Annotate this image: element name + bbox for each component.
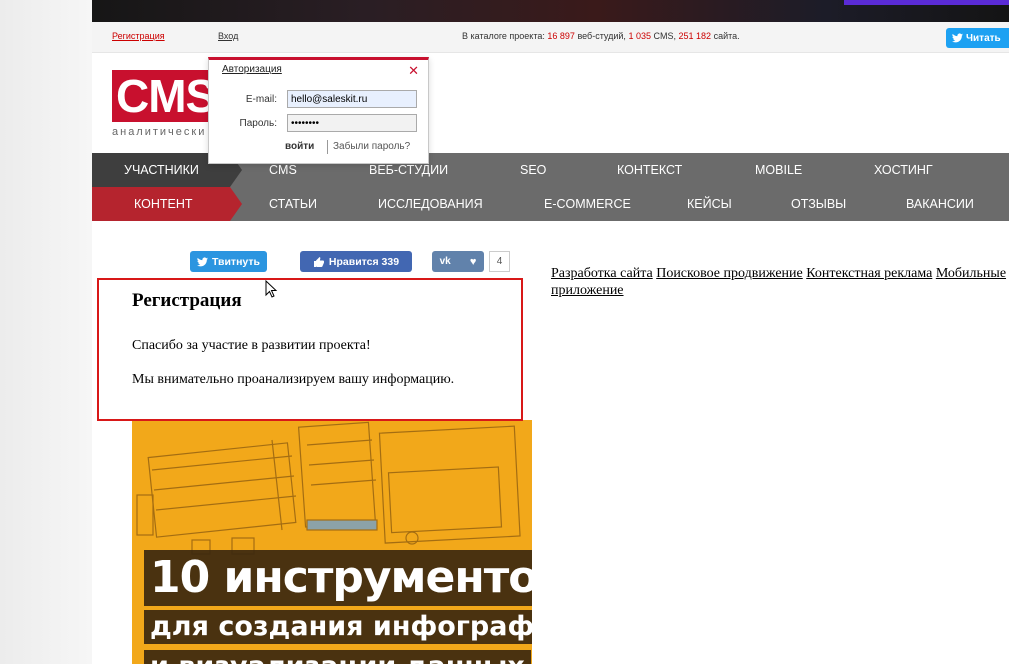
login-link[interactable]: Вход <box>218 31 238 41</box>
registration-thanks-text: Спасибо за участие в развитии проекта! <box>132 338 371 353</box>
twitter-follow-label: Читать <box>966 32 1001 44</box>
facebook-like-label: Нравится 339 <box>328 255 400 268</box>
password-label: Пароль: <box>239 118 277 129</box>
link-site-development[interactable]: Разработка сайта <box>551 266 653 281</box>
twitter-bird-icon <box>952 33 963 43</box>
twitter-bird-icon <box>197 256 208 266</box>
forgot-password-link[interactable]: Забыли пароль? <box>333 141 410 152</box>
heart-icon: ♥ <box>469 255 477 268</box>
vk-like-count: 4 <box>489 251 510 272</box>
registration-review-text: Мы внимательно проанализируем вашу инфор… <box>132 372 455 387</box>
register-link[interactable]: Регистрация <box>112 31 165 41</box>
promo-banner[interactable]: 10 инструментов для создания инфографики… <box>132 420 532 664</box>
promo-title-line2: для создания инфографики <box>144 610 532 644</box>
auth-popup: Авторизация ✕ E-mail: Пароль: войти Забы… <box>208 57 429 164</box>
logo-mark: CMS <box>112 70 216 122</box>
link-seo[interactable]: Поисковое продвижение <box>656 266 803 281</box>
browser-left-margin <box>0 0 92 664</box>
close-icon[interactable]: ✕ <box>408 63 419 79</box>
link-context-ads[interactable]: Контекстная реклама <box>806 266 932 281</box>
nav-item-articles[interactable]: Статьи <box>269 187 317 221</box>
site-logo[interactable]: CMS аналитически <box>112 70 216 138</box>
service-links: Разработка сайта Поисковое продвижение К… <box>551 265 1009 299</box>
secondary-nav: Контент Статьи Исследования E-commerce К… <box>92 187 1009 221</box>
nav-item-participants[interactable]: Участники <box>124 153 199 187</box>
studios-label: веб-студий, <box>577 31 626 41</box>
banner-accent <box>844 0 1009 5</box>
sites-label: сайта. <box>713 31 740 41</box>
page: Регистрация Вход В каталоге проекта: 16 … <box>92 0 1009 664</box>
vk-logo-icon: vk <box>439 256 451 267</box>
auth-divider <box>327 140 328 154</box>
nav-item-context[interactable]: Контекст <box>617 153 682 187</box>
top-bar: Регистрация Вход В каталоге проекта: 16 … <box>92 22 1009 53</box>
promo-title-line1: 10 инструментов <box>144 550 532 606</box>
cms-label: CMS, <box>653 31 676 41</box>
tweet-label: Твитнуть <box>212 255 260 268</box>
cms-count: 1 035 <box>628 31 651 41</box>
email-field[interactable] <box>287 90 417 108</box>
logo-tagline: аналитически <box>112 126 207 138</box>
nav-item-seo[interactable]: SEO <box>520 153 546 187</box>
thumbs-up-icon <box>313 256 324 267</box>
password-field[interactable] <box>287 114 417 132</box>
nav-item-ecommerce[interactable]: E-commerce <box>544 187 631 221</box>
nav-item-research[interactable]: Исследования <box>378 187 483 221</box>
email-label: E-mail: <box>245 94 277 105</box>
vk-like-button[interactable]: vk ♥ <box>432 251 484 272</box>
studios-count: 16 897 <box>547 31 575 41</box>
registration-message: Регистрация Спасибо за участие в развити… <box>97 278 523 421</box>
auth-popup-title[interactable]: Авторизация <box>222 64 282 75</box>
nav-item-reviews[interactable]: Отзывы <box>791 187 846 221</box>
stats-prefix: В каталоге проекта: <box>462 31 545 41</box>
tweet-button[interactable]: Твитнуть <box>190 251 267 272</box>
nav-item-cases[interactable]: Кейсы <box>687 187 732 221</box>
nav-item-mobile[interactable]: Mobile <box>755 153 802 187</box>
registration-title: Регистрация <box>132 290 242 311</box>
mouse-cursor-icon <box>265 280 278 298</box>
twitter-follow-button[interactable]: Читать <box>946 28 1009 48</box>
sites-count: 251 182 <box>678 31 712 41</box>
catalog-stats: В каталоге проекта: 16 897 веб-студий, 1… <box>462 31 740 41</box>
promo-title-line3: и визуализации данных <box>144 650 531 664</box>
login-submit-button[interactable]: войти <box>285 141 314 152</box>
facebook-like-button[interactable]: Нравится 339 <box>300 251 412 272</box>
nav-item-hosting[interactable]: Хостинг <box>874 153 933 187</box>
nav-item-content[interactable]: Контент <box>134 187 193 221</box>
nav-item-vacancies[interactable]: Вакансии <box>906 187 974 221</box>
top-ad-banner[interactable] <box>92 0 1009 22</box>
